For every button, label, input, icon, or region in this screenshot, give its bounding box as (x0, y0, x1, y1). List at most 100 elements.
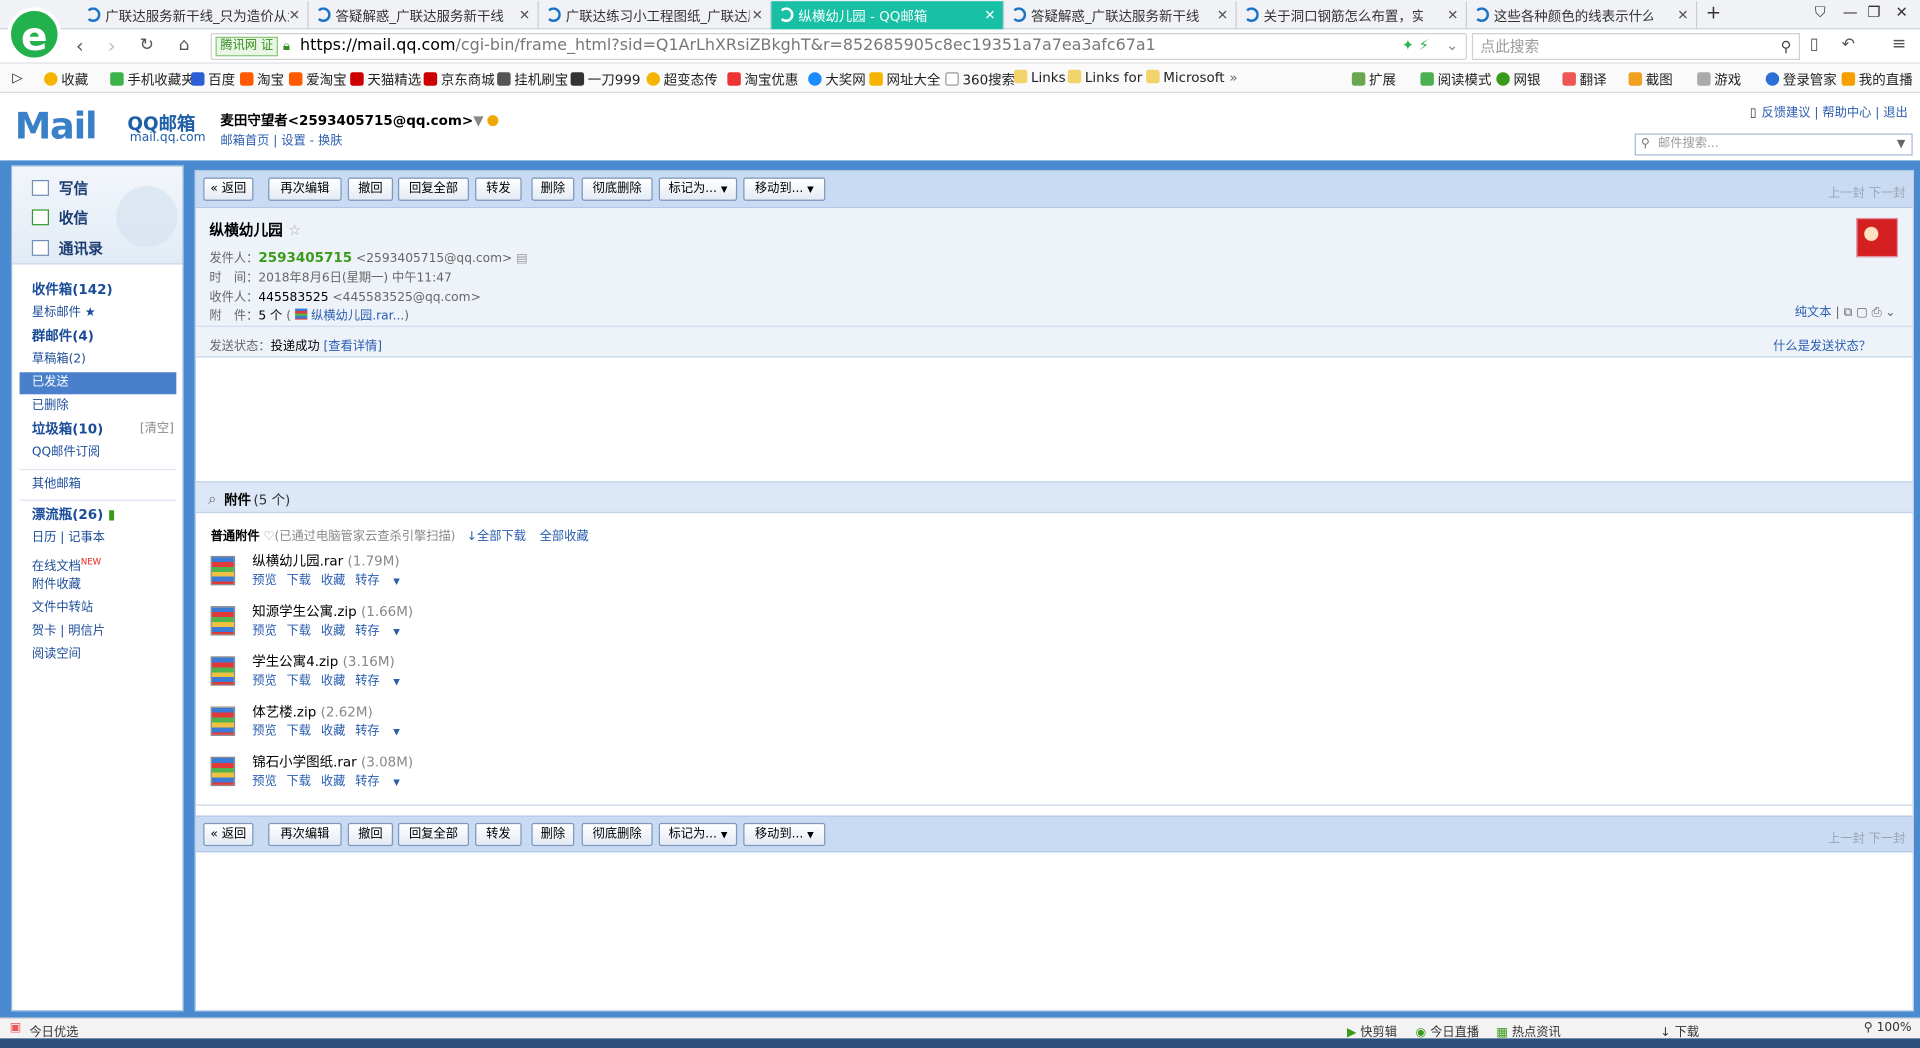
delete-permanently-button[interactable]: 彻底删除 (581, 822, 653, 847)
download-link[interactable]: 下载 (287, 574, 311, 587)
bookmark[interactable]: 天猫精选 (350, 70, 421, 90)
collect-link[interactable]: 收藏 (321, 624, 345, 637)
download-link[interactable]: 下载 (287, 624, 311, 637)
view-detail-link[interactable]: [查看详情] (323, 340, 382, 353)
home-icon[interactable]: ⌂ (179, 36, 190, 56)
chevron-down-icon[interactable]: ⌄ (1446, 37, 1458, 54)
skin-icon[interactable]: ⛉ (1815, 4, 1826, 22)
preview-link[interactable]: 预览 (252, 574, 276, 587)
close-tab-icon[interactable]: ✕ (1217, 7, 1228, 23)
status-download[interactable]: ↓ 下载 (1660, 1021, 1699, 1039)
phone-icon[interactable]: ▯ (1750, 107, 1757, 120)
folder-subscriptions[interactable]: QQ邮件订阅 (20, 442, 177, 464)
forward-button[interactable]: 转发 (475, 177, 522, 201)
close-tab-icon[interactable]: ✕ (984, 7, 995, 23)
browser-tab[interactable]: 关于洞口钢筋怎么布置，实在不✕ (1237, 1, 1467, 30)
bookmark[interactable]: 收藏 (44, 70, 88, 90)
calendar-notes-link[interactable]: 日历 | 记事本 (20, 528, 177, 550)
sender-avatar[interactable] (1856, 217, 1898, 258)
status-news[interactable]: ▦ 热点资讯 (1496, 1021, 1560, 1039)
collect-link[interactable]: 收藏 (321, 675, 345, 688)
url-field[interactable]: 腾讯网 证 🔒︎ https://mail.qq.com/cgi-bin/fra… (210, 33, 1467, 61)
bookmark[interactable]: 360搜索 (945, 70, 1015, 90)
browser-tab[interactable]: 广联达服务新干线_只为造价从业 ✕ (78, 1, 309, 30)
delete-button[interactable]: 删除 (531, 822, 575, 847)
restore-button[interactable]: ❐ (1867, 4, 1880, 21)
folder-starred[interactable]: 星标邮件 ★ (20, 302, 177, 324)
collect-link[interactable]: 收藏 (321, 725, 345, 738)
back-button[interactable]: « 返回 (203, 822, 254, 847)
new-tab-button[interactable]: + (1706, 1, 1721, 23)
bookmark[interactable]: 百度 (191, 70, 235, 90)
preview-link[interactable]: 预览 (252, 725, 276, 738)
star-icon[interactable]: ☆ (288, 222, 301, 239)
vip-icon[interactable] (487, 115, 499, 127)
chevron-down-icon[interactable]: ▼ (1897, 135, 1905, 155)
browser-tab[interactable]: 这些各种颜色的线表示什么意思✕ (1467, 1, 1698, 30)
contact-card-icon[interactable]: ▤ (516, 252, 528, 265)
folder-drafts[interactable]: 草稿箱(2) (20, 349, 177, 371)
compose-button[interactable]: 写信 (31, 178, 88, 199)
preview-link[interactable]: 预览 (252, 775, 276, 788)
chevron-down-icon[interactable]: ▼ (473, 113, 483, 129)
prev-next-links[interactable]: 上一封 下一封 (1828, 828, 1905, 846)
sender-name[interactable]: 2593405715 (258, 250, 352, 266)
mark-as-dropdown[interactable]: 标记为... ▼ (658, 177, 738, 201)
cards-link[interactable]: 贺卡 | 明信片 (20, 621, 177, 643)
tool-screenshot[interactable]: 截图 (1628, 70, 1673, 90)
tool-translate[interactable]: 翻译 (1562, 70, 1607, 90)
status-quick-edit[interactable]: ▶ 快剪辑 (1347, 1021, 1397, 1039)
cert-badge[interactable]: 腾讯网 证 (215, 36, 279, 57)
attachment-name[interactable]: 纵横幼儿园.rar (252, 553, 343, 569)
save-to-dropdown[interactable]: 转存 ▼ (355, 675, 410, 688)
download-all-link[interactable]: ↓全部下载 (467, 530, 526, 543)
back-icon[interactable]: ‹ (76, 34, 84, 57)
save-to-dropdown[interactable]: 转存 ▼ (355, 624, 410, 637)
attachment-name[interactable]: 锦石小学图纸.rar (252, 754, 356, 770)
preview-link[interactable]: 预览 (252, 675, 276, 688)
more-bookmarks-icon[interactable]: » (1229, 70, 1237, 86)
browser-logo-icon[interactable]: e (7, 7, 62, 62)
prev-next-links[interactable]: 上一封 下一封 (1828, 182, 1905, 200)
tool-reader[interactable]: 阅读模式 (1420, 70, 1491, 90)
download-link[interactable]: 下载 (287, 725, 311, 738)
delete-permanently-button[interactable]: 彻底删除 (581, 177, 653, 201)
reader-icon[interactable]: ▯ (1810, 36, 1819, 54)
sidebar-toggle-icon[interactable]: ▷ (12, 70, 22, 86)
bookmark[interactable]: 爱淘宝 (288, 70, 347, 90)
reading-space-link[interactable]: 阅读空间 (20, 644, 177, 666)
close-tab-icon[interactable]: ✕ (752, 7, 763, 23)
folder-spam[interactable]: 垃圾箱(10) [清空] (20, 419, 177, 441)
tool-extensions[interactable]: 扩展 (1351, 70, 1396, 90)
view-icons[interactable]: | ⧉ ▢ ⎙ ⌄ (1835, 306, 1895, 319)
what-is-status-link[interactable]: 什么是发送状态？ (1773, 336, 1871, 353)
collect-all-link[interactable]: 全部收藏 (540, 530, 589, 543)
plain-text-link[interactable]: 纯文本 (1795, 306, 1832, 319)
folder-bottle[interactable]: 漂流瓶(26) ▮ (20, 504, 177, 526)
close-window-button[interactable]: ✕ (1896, 4, 1908, 21)
today-picks-link[interactable]: 今日优选 (29, 1021, 78, 1039)
search-icon[interactable]: ⚲ (1781, 34, 1792, 58)
delete-button[interactable]: 删除 (531, 177, 575, 201)
file-transfer-link[interactable]: 文件中转站 (20, 598, 177, 620)
browser-tab[interactable]: 广联达练习小工程图纸_广联达服 ✕ (539, 1, 772, 30)
reedit-button[interactable]: 再次编辑 (268, 822, 342, 847)
attachment-name[interactable]: 体艺楼.zip (252, 704, 316, 720)
top-links[interactable]: ▯ 反馈建议 | 帮助中心 | 退出 (1750, 102, 1908, 120)
move-to-dropdown[interactable]: 移动到... ▼ (743, 822, 826, 847)
collect-link[interactable]: 收藏 (321, 775, 345, 788)
folder-other-mailboxes[interactable]: 其他邮箱 (20, 474, 177, 496)
close-tab-icon[interactable]: ✕ (1677, 7, 1688, 23)
browser-search-input[interactable]: 点此搜索 ⚲ (1471, 33, 1801, 61)
mark-as-dropdown[interactable]: 标记为... ▼ (658, 822, 738, 847)
tool-live[interactable]: 我的直播 (1841, 70, 1913, 90)
status-live[interactable]: ◉ 今日直播 (1416, 1021, 1480, 1039)
status-zoom[interactable]: ⚲ 100% (1864, 1021, 1912, 1034)
attachment-name[interactable]: 学生公寓4.zip (252, 654, 338, 670)
forward-icon[interactable]: › (108, 34, 116, 57)
folder-group[interactable]: 群邮件(4) (20, 326, 177, 348)
attachment-summary-link[interactable]: 纵横幼儿园.rar... (311, 310, 404, 323)
user-account[interactable]: 麦田守望者<2593405715@qq.com>▼ (220, 110, 499, 130)
bookmark[interactable]: 淘宝优惠 (727, 70, 798, 90)
bookmark[interactable]: 一刀999 (570, 70, 640, 90)
